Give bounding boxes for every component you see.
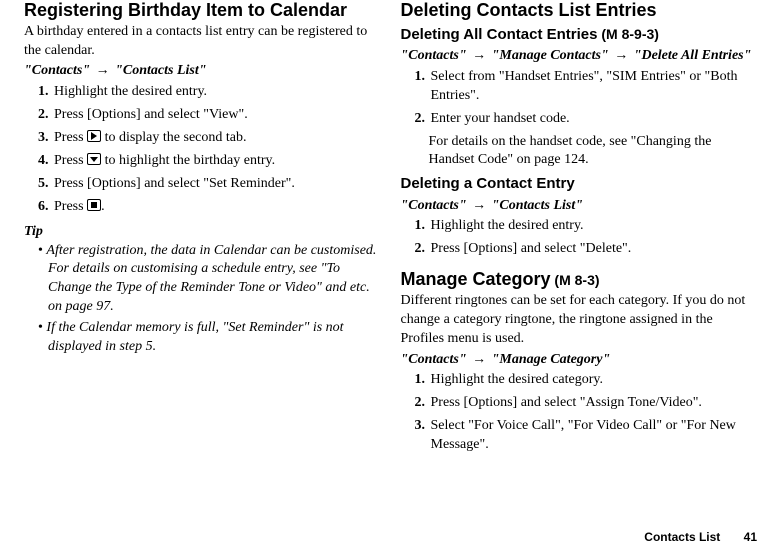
breadcrumb-delete-entry: "Contacts" → "Contacts List" <box>401 197 758 216</box>
heading-delete-entry: Deleting a Contact Entry <box>401 174 758 194</box>
crumb-part: "Contacts" <box>401 198 467 213</box>
crumb-part: "Manage Contacts" <box>492 48 609 63</box>
arrow-icon: → <box>94 63 112 78</box>
menu-code: (M 8-3) <box>551 272 600 288</box>
step: Highlight the desired entry. <box>52 83 381 102</box>
step: Press [Options] and select "Delete". <box>429 240 758 259</box>
heading-delete-all: Deleting All Contact Entries (M 8-9-3) <box>401 25 758 45</box>
step-text: Press <box>54 153 87 168</box>
heading-manage-category: Manage Category (M 8-3) <box>401 269 758 290</box>
step-text: . <box>101 199 105 214</box>
tip-heading: Tip <box>24 223 381 242</box>
intro-text: A birthday entered in a contacts list en… <box>24 23 381 61</box>
page: Registering Birthday Item to Calendar A … <box>0 0 781 549</box>
breadcrumb-manage-category: "Contacts" → "Manage Category" <box>401 351 758 370</box>
step: Select from "Handset Entries", "SIM Entr… <box>429 68 758 106</box>
step: Press [Options] and select "View". <box>52 106 381 125</box>
manage-category-intro: Different ringtones can be set for each … <box>401 292 758 349</box>
menu-code: (M 8-9-3) <box>597 26 658 42</box>
step: Enter your handset code. <box>429 110 758 129</box>
crumb-part: "Contacts" <box>24 63 90 78</box>
steps-delete-all: Select from "Handset Entries", "SIM Entr… <box>401 68 758 129</box>
arrow-icon: → <box>612 48 630 63</box>
step: Press [Options] and select "Set Reminder… <box>52 175 381 194</box>
crumb-part: "Manage Category" <box>492 352 611 367</box>
step: Highlight the desired entry. <box>429 217 758 236</box>
breadcrumb-register: "Contacts" → "Contacts List" <box>24 62 381 81</box>
arrow-icon: → <box>470 198 488 213</box>
center-key-icon <box>87 199 101 211</box>
arrow-icon: → <box>470 48 488 63</box>
steps-delete-entry: Highlight the desired entry. Press [Opti… <box>401 217 758 259</box>
crumb-part: "Contacts" <box>401 48 467 63</box>
crumb-part: "Contacts List" <box>115 63 206 78</box>
crumb-part: "Contacts List" <box>492 198 583 213</box>
step-text: to display the second tab. <box>101 130 246 145</box>
heading-text: Manage Category <box>401 269 551 289</box>
heading-text: Deleting All Contact Entries <box>401 26 598 43</box>
tip-item: If the Calendar memory is full, "Set Rem… <box>38 319 381 357</box>
arrow-icon: → <box>470 352 488 367</box>
right-column: Deleting Contacts List Entries Deleting … <box>401 0 758 523</box>
breadcrumb-delete-all: "Contacts" → "Manage Contacts" → "Delete… <box>401 47 758 66</box>
step: Press to highlight the birthday entry. <box>52 152 381 171</box>
heading-register-birthday: Registering Birthday Item to Calendar <box>24 0 381 21</box>
step: Press [Options] and select "Assign Tone/… <box>429 394 758 413</box>
page-footer: Contacts List 41 <box>24 523 757 549</box>
step-text: Press <box>54 130 87 145</box>
heading-deleting-entries: Deleting Contacts List Entries <box>401 0 758 21</box>
step-text: Press <box>54 199 87 214</box>
content-columns: Registering Birthday Item to Calendar A … <box>24 0 757 523</box>
crumb-part: "Delete All Entries" <box>634 48 752 63</box>
tip-list: After registration, the data in Calendar… <box>24 242 381 357</box>
steps-register: Highlight the desired entry. Press [Opti… <box>24 83 381 216</box>
step: Press . <box>52 198 381 217</box>
steps-manage-category: Highlight the desired category. Press [O… <box>401 371 758 455</box>
step: Select "For Voice Call", "For Video Call… <box>429 417 758 455</box>
step-note: For details on the handset code, see "Ch… <box>429 133 758 171</box>
step: Press to display the second tab. <box>52 129 381 148</box>
footer-title: Contacts List <box>644 530 720 544</box>
crumb-part: "Contacts" <box>401 352 467 367</box>
tip-item: After registration, the data in Calendar… <box>38 242 381 318</box>
dpad-right-icon <box>87 130 101 142</box>
dpad-down-icon <box>87 153 101 165</box>
left-column: Registering Birthday Item to Calendar A … <box>24 0 381 523</box>
step: Highlight the desired category. <box>429 371 758 390</box>
step-text: to highlight the birthday entry. <box>101 153 275 168</box>
page-number: 41 <box>744 530 757 544</box>
